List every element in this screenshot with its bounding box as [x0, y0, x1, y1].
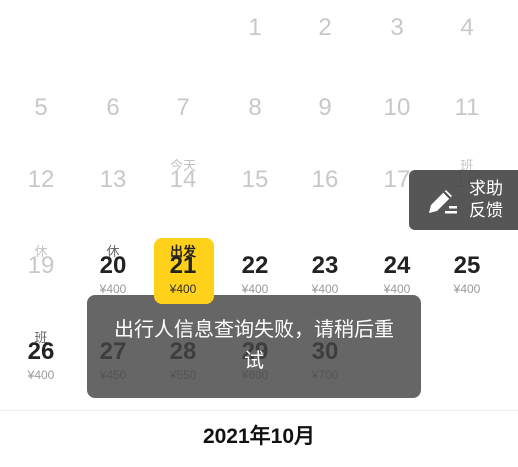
day-price: ¥400 — [99, 282, 127, 296]
day-price: ¥400 — [453, 282, 481, 296]
selected-date-cell[interactable]: 出发 21 ¥400 — [148, 236, 218, 306]
day-number: 23 — [311, 252, 339, 279]
pencil-icon — [429, 190, 457, 214]
help-label-line2: 反馈 — [469, 201, 503, 220]
calendar-day: 15 — [220, 150, 290, 220]
day-number: 19 — [27, 252, 55, 279]
calendar-day: 11 — [432, 78, 502, 148]
day-number: 4 — [460, 14, 474, 41]
day-number: 5 — [34, 94, 48, 121]
day-number: 3 — [390, 14, 404, 41]
day-number: 13 — [99, 166, 127, 193]
day-number: 9 — [318, 94, 332, 121]
day-number: 1 — [248, 14, 262, 41]
calendar-day: 6 — [78, 78, 148, 148]
calendar-day: 9 — [290, 78, 360, 148]
calendar-day: 12 — [6, 150, 76, 220]
day-number: 2 — [318, 14, 332, 41]
month-label: 2021年10月 — [202, 425, 316, 448]
calendar-day: 10 — [362, 78, 432, 148]
day-number: 8 — [248, 94, 262, 121]
help-feedback-button[interactable]: 求助 反馈 — [409, 170, 518, 230]
day-number: 16 — [311, 166, 339, 193]
calendar-day: 3 — [362, 0, 432, 68]
calendar-day: 2 — [290, 0, 360, 68]
calendar-day[interactable]: 班 26 ¥400 — [6, 322, 76, 392]
day-price: ¥400 — [241, 282, 269, 296]
error-toast: 出行人信息查询失败，请稍后重试 — [87, 295, 421, 398]
divider — [0, 410, 518, 411]
help-feedback-label: 求助 反馈 — [469, 178, 503, 222]
day-number: 11 — [454, 94, 480, 121]
day-number: 15 — [241, 166, 269, 193]
day-price: ¥400 — [169, 282, 197, 296]
day-price: ¥400 — [383, 282, 411, 296]
calendar-day: 5 — [6, 78, 76, 148]
day-number: 21 — [169, 252, 197, 279]
calendar-day: 8 — [220, 78, 290, 148]
day-price: ¥400 — [27, 368, 55, 382]
day-number: 6 — [106, 94, 120, 121]
help-label-line1: 求助 — [469, 179, 503, 198]
day-price: ¥400 — [311, 282, 339, 296]
day-number: 14 — [169, 166, 197, 193]
calendar-day: 16 — [290, 150, 360, 220]
calendar-day: 休 19 — [6, 236, 76, 306]
toast-message: 出行人信息查询失败，请稍后重试 — [114, 319, 394, 372]
day-number: 26 — [27, 338, 55, 365]
day-number: 7 — [176, 94, 190, 121]
calendar-day: 1 — [220, 0, 290, 68]
calendar-day: 13 — [78, 150, 148, 220]
calendar-day: 4 — [432, 0, 502, 68]
day-number: 22 — [241, 252, 269, 279]
day-number: 20 — [99, 252, 127, 279]
calendar-day[interactable]: 25 ¥400 — [432, 236, 502, 306]
day-number: 10 — [383, 94, 411, 121]
day-number: 24 — [383, 252, 411, 279]
calendar-day: 今天 14 — [148, 150, 218, 220]
day-number: 25 — [453, 252, 481, 279]
calendar-day: 7 — [148, 78, 218, 148]
day-number: 12 — [27, 166, 55, 193]
